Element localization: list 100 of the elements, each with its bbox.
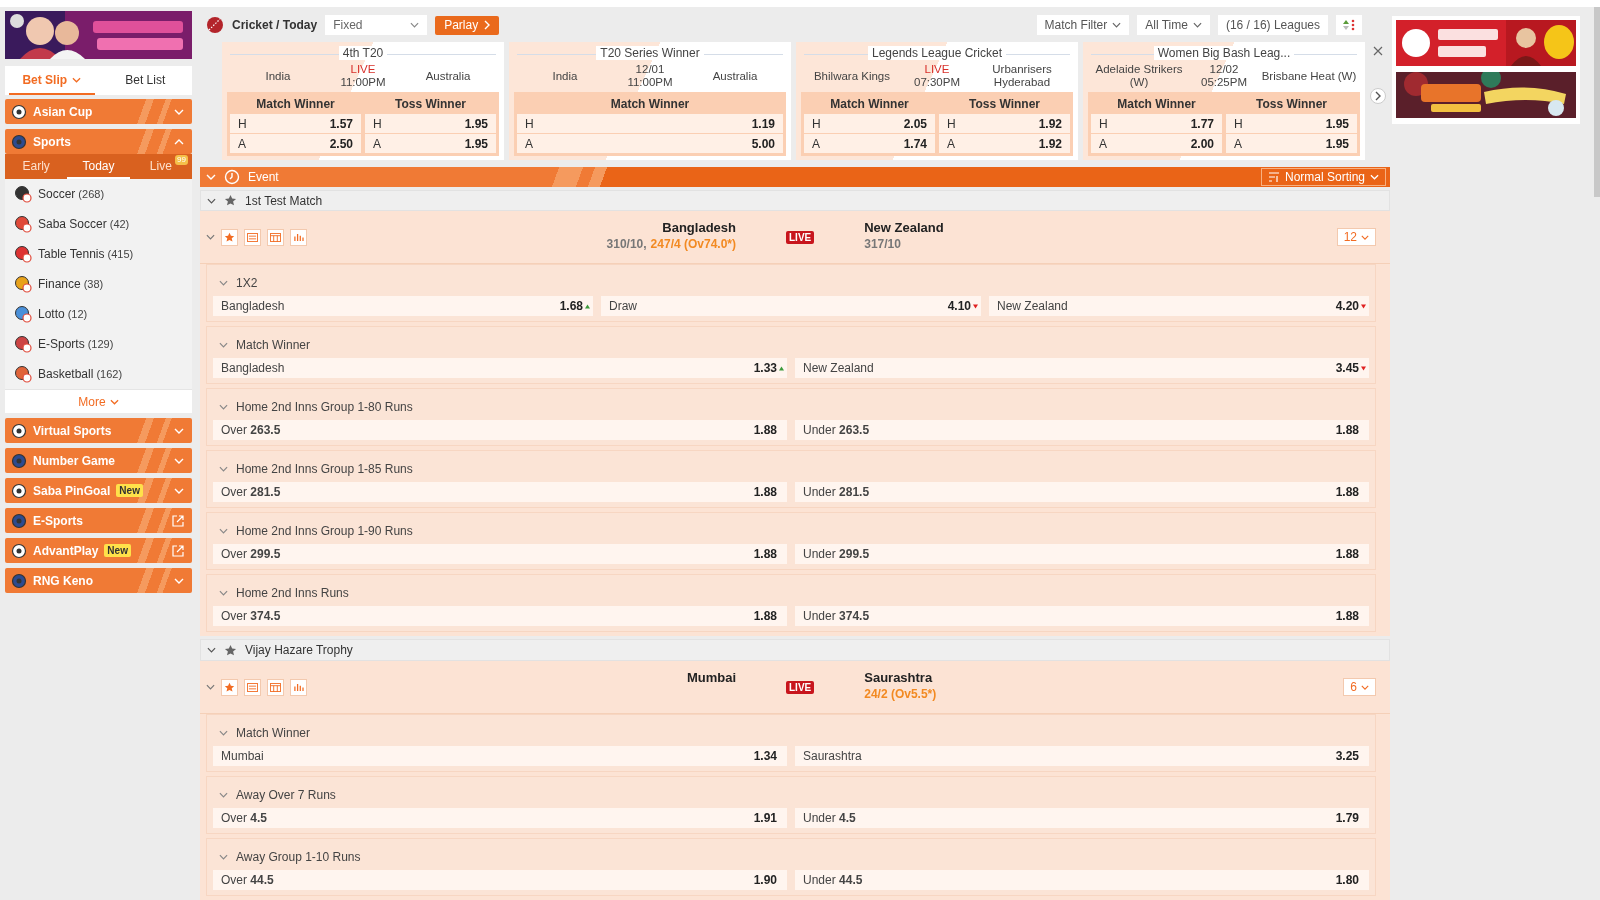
chevron-icon[interactable]	[219, 730, 228, 736]
odds-button[interactable]: H 1.92	[939, 114, 1070, 133]
chevron-icon[interactable]	[206, 684, 215, 690]
stats-icon[interactable]	[290, 678, 307, 696]
close-icon[interactable]	[1371, 44, 1385, 58]
section-header[interactable]: Saba PinGoal New	[5, 478, 192, 503]
section-icon	[11, 103, 27, 120]
odds-button[interactable]: H 2.05	[804, 114, 935, 133]
odds-selection[interactable]: Under 4.5 1.79	[795, 808, 1369, 828]
market-title: Away Over 7 Runs	[236, 788, 336, 802]
league-title: Legends League Cricket	[867, 46, 1007, 60]
odds-selection[interactable]: New Zealand 4.20	[989, 296, 1369, 317]
sport-item[interactable]: Lotto (12)	[5, 299, 192, 329]
section-icon	[11, 542, 27, 559]
sport-item[interactable]: Saba Soccer (42)	[5, 209, 192, 239]
odds-selection[interactable]: Under 281.5 1.88	[795, 482, 1369, 503]
section-icon	[11, 512, 27, 529]
league-name: 1st Test Match	[245, 193, 323, 208]
sort-icon	[1267, 171, 1280, 182]
chevron-icon[interactable]	[207, 647, 216, 654]
odds-selection[interactable]: Draw 4.10	[601, 296, 981, 317]
odds-selection[interactable]: Mumbai 1.34	[213, 746, 787, 766]
team-score: 247/4 (Ov74.0*)	[650, 237, 736, 252]
featured-match-card[interactable]: Women Big Bash Leag... Adelaide Strikers (W) 12/02 05:25PM Brisbane Heat (W) Match Winner H 1.77 A 2.00 Toss Winner H 1.95 A 1.95	[1083, 42, 1365, 160]
odds-button[interactable]: A 1.74	[804, 134, 935, 153]
section-icon	[11, 572, 27, 589]
chevron-icon[interactable]	[219, 466, 228, 473]
odds-button[interactable]: H 1.95	[1226, 114, 1357, 133]
odds-selection[interactable]: Under 44.5 1.80	[795, 870, 1369, 890]
section-header[interactable]: AdvantPlay New	[5, 538, 192, 563]
odds-type-select[interactable]: Fixed	[325, 15, 428, 35]
odds-selection[interactable]: Saurashtra 3.25	[795, 746, 1369, 766]
stats-icon[interactable]	[290, 228, 307, 246]
league-row[interactable]: Vijay Hazare Trophy	[200, 639, 1390, 661]
odds-button[interactable]: H 1.19	[517, 114, 783, 133]
odds-button[interactable]: A 1.92	[939, 134, 1070, 153]
odds-selection[interactable]: Over 299.5 1.88	[213, 544, 787, 565]
chevron-icon[interactable]	[206, 234, 215, 241]
odds-down-icon	[1361, 365, 1366, 371]
match-time: 11:00PM	[340, 76, 386, 89]
star-icon[interactable]	[224, 194, 237, 207]
filter-dropdown[interactable]: All Time	[1137, 15, 1210, 35]
calendar-icon[interactable]	[267, 678, 284, 696]
market-name: Toss Winner	[1255, 96, 1328, 113]
team-name: Saurashtra	[864, 670, 933, 685]
chevron-icon[interactable]	[219, 404, 228, 411]
sort-icon[interactable]	[1336, 15, 1362, 35]
list-icon[interactable]	[244, 228, 261, 246]
calendar-icon[interactable]	[267, 228, 284, 246]
league-title: Women Big Bash Leag...	[1153, 46, 1295, 60]
chevron-icon	[109, 398, 119, 405]
live-badge: LIVE	[786, 680, 815, 694]
odds-button[interactable]: A 2.50	[230, 134, 361, 153]
sport-item[interactable]: Soccer (268)	[5, 179, 192, 209]
star-icon[interactable]	[224, 643, 237, 657]
odds-selection[interactable]: Over 263.5 1.88	[213, 420, 787, 441]
featured-match-card[interactable]: 4th T20 India LIVE 11:00PM Australia Match Winner H 1.57 A 2.50 Toss Winner H 1.95 A 1.95	[222, 42, 504, 160]
sidebar-tab[interactable]: Bet List	[102, 66, 188, 95]
odds-button[interactable]: A 2.00	[1091, 134, 1222, 153]
featured-match-card[interactable]: Legends League Cricket Bhilwara Kings LIVE 07:30PM Urbanrisers Hyderabad Match Winner H 2.05 A 1.74 Toss Winner H 1.92 A 1.92	[796, 42, 1078, 160]
odds-button[interactable]: A 1.95	[1226, 134, 1357, 153]
chevron-icon[interactable]	[219, 854, 228, 860]
chevron-icon[interactable]	[219, 590, 228, 597]
odds-selection[interactable]: Over 374.5 1.88	[213, 606, 787, 627]
section-title: Asian Cup	[33, 104, 93, 119]
odds-button[interactable]: A 1.95	[365, 134, 496, 153]
odds-button[interactable]: H 1.95	[365, 114, 496, 133]
odds-selection[interactable]: Under 374.5 1.88	[795, 606, 1369, 627]
chevron-icon[interactable]	[219, 792, 228, 798]
sport-item[interactable]: E-Sports (129)	[5, 329, 192, 359]
chevron-icon[interactable]	[219, 342, 228, 349]
odds-selection[interactable]: New Zealand 3.45	[795, 358, 1369, 379]
live-label: LIVE	[350, 63, 376, 76]
odds-button[interactable]: H 1.77	[1091, 114, 1222, 133]
odds-selection[interactable]: Bangladesh 1.68	[213, 296, 593, 317]
odds-selection[interactable]: Over 281.5 1.88	[213, 482, 787, 503]
sport-item[interactable]: Finance (38)	[5, 269, 192, 299]
chevron-icon[interactable]	[219, 280, 228, 287]
sport-item[interactable]: Basketball (162)	[5, 359, 192, 389]
odds-button[interactable]: A 5.00	[517, 134, 783, 153]
odds-selection[interactable]: Over 44.5 1.90	[213, 870, 787, 890]
leagues-button[interactable]: (16 / 16) Leagues	[1217, 15, 1328, 35]
league-title: T20 Series Winner	[596, 46, 704, 60]
sport-item[interactable]: Table Tennis (415)	[5, 239, 192, 269]
odds-up-icon	[585, 303, 590, 309]
odds-selection[interactable]: Over 4.5 1.91	[213, 808, 787, 828]
odds-selection[interactable]: Under 263.5 1.88	[795, 420, 1369, 441]
scrollbar[interactable]	[1594, 7, 1600, 197]
chevron-icon[interactable]	[207, 197, 216, 204]
chevron-icon[interactable]	[219, 528, 228, 535]
market-title: 1X2	[236, 276, 258, 291]
filter-dropdown[interactable]: Match Filter	[1036, 15, 1130, 35]
odds-selection[interactable]: Bangladesh 1.33	[213, 358, 787, 379]
list-icon[interactable]	[244, 678, 261, 696]
featured-match-card[interactable]: T20 Series Winner India 12/01 11:00PM Australia Match Winner H 1.19 A 5.00	[509, 42, 791, 160]
odds-selection[interactable]: Under 299.5 1.88	[795, 544, 1369, 565]
league-row[interactable]: 1st Test Match	[200, 189, 1390, 212]
team-score: 310/10,	[606, 237, 647, 252]
odds-button[interactable]: H 1.57	[230, 114, 361, 133]
sport-icon	[14, 245, 32, 263]
